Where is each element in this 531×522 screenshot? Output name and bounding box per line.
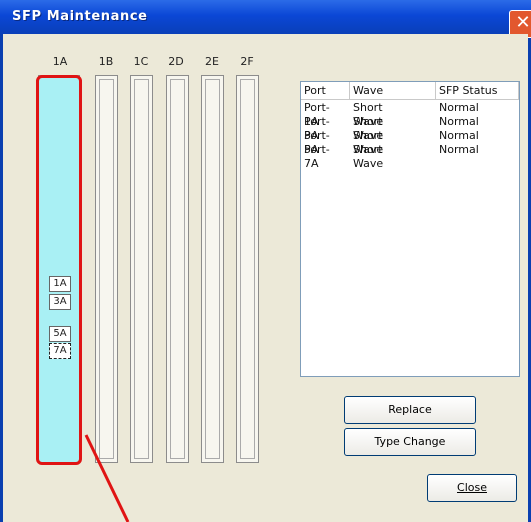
cell-status: Normal (439, 129, 479, 142)
type-change-button[interactable]: Type Change (344, 428, 476, 456)
column-label-2f: 2F (240, 55, 254, 68)
close-button[interactable]: Close (427, 474, 517, 502)
list-header: Port Wave SFP Status (301, 82, 519, 100)
highlight-frame (36, 75, 82, 465)
column-slot-2e[interactable] (201, 75, 224, 463)
cell-status: Normal (439, 115, 479, 128)
column-label-1c: 1C (133, 55, 149, 68)
column-label-2d: 2D (168, 55, 184, 68)
cell-status: Normal (439, 143, 479, 156)
column-label-1a: 1A (52, 55, 68, 68)
replace-button[interactable]: Replace (344, 396, 476, 424)
cell-status: Normal (439, 101, 479, 114)
close-button-label: Close (457, 481, 487, 494)
column-slot-2d[interactable] (166, 75, 189, 463)
column-slot-2f[interactable] (236, 75, 259, 463)
sfp-status-list[interactable]: Port Wave SFP Status Port-1A Short Wave … (300, 81, 520, 377)
column-label-2e: 2E (205, 55, 219, 68)
sfp-maintenance-window: SFP Maintenance ✕ 1A 1B 1C 2D 2E 2F 1A 3… (0, 0, 531, 522)
column-label-1b: 1B (98, 55, 114, 68)
header-port[interactable]: Port (301, 82, 350, 99)
cell-port: Port-7A (304, 143, 330, 170)
window-title: SFP Maintenance (12, 9, 148, 24)
column-slot-1c[interactable] (130, 75, 153, 463)
title-bar[interactable]: SFP Maintenance ✕ (0, 0, 531, 38)
header-wave[interactable]: Wave (350, 82, 436, 99)
cell-wave: Short Wave (353, 143, 384, 170)
header-sfp-status[interactable]: SFP Status (436, 82, 519, 99)
column-slot-1b[interactable] (95, 75, 118, 463)
